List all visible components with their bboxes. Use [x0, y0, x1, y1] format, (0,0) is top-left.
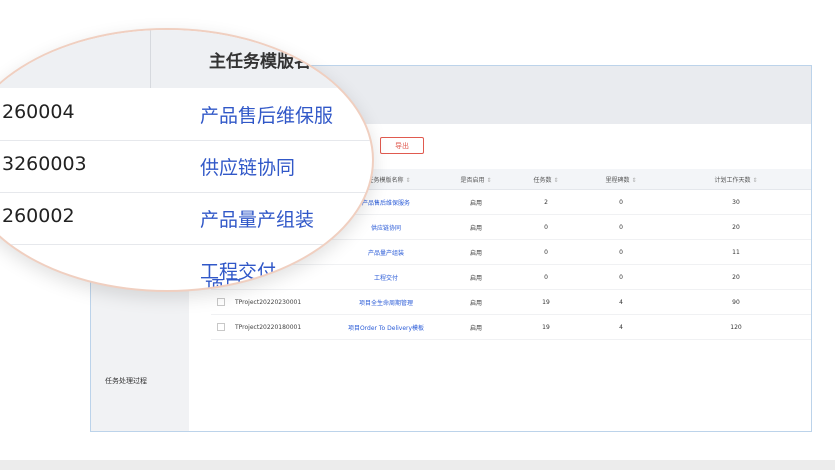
- export-button[interactable]: 导出: [380, 137, 424, 154]
- table-row[interactable]: TProject20220230001 项目全生命周期管理 启用 19 4 90: [211, 289, 811, 315]
- lens-row: 001 工程交付: [2, 257, 277, 283]
- lens-row: 3260003 供应链协同: [0, 140, 372, 193]
- lens-partial-text: 项目: [205, 277, 244, 292]
- sort-icon: ⇕: [752, 176, 758, 184]
- sort-icon: ⇕: [486, 176, 492, 184]
- column-header-enabled[interactable]: 是否启用 ⇕: [441, 169, 511, 190]
- column-header-tasks[interactable]: 任务数 ⇕: [511, 169, 581, 190]
- sort-icon: ⇕: [631, 176, 637, 184]
- row-checkbox[interactable]: [217, 323, 225, 331]
- column-header-days[interactable]: 计划工作天数 ⇕: [661, 169, 811, 190]
- magnifier-lens: 主任务模版名 260004 产品售后维保服 3260003 供应链协同 2600…: [0, 28, 374, 292]
- template-name-link[interactable]: 项目Order To Delivery模板: [331, 314, 441, 340]
- column-header-milestones[interactable]: 里程碑数 ⇕: [581, 169, 661, 190]
- sidebar-item-task-process[interactable]: 任务处理过程: [105, 376, 147, 386]
- row-checkbox[interactable]: [217, 298, 225, 306]
- sort-icon: ⇕: [405, 176, 411, 184]
- lens-row: 260002 产品量产组装: [0, 192, 372, 245]
- sort-icon: ⇕: [553, 176, 559, 184]
- lens-row: 260004 产品售后维保服: [0, 88, 372, 141]
- table-row[interactable]: TProject20220180001 项目Order To Delivery模…: [211, 314, 811, 340]
- lens-column-divider: [150, 30, 151, 88]
- lens-header: [0, 30, 372, 88]
- lens-header-title: 主任务模版名: [209, 52, 311, 72]
- background-strip: [0, 460, 835, 470]
- template-name-link[interactable]: 项目全生命周期管理: [331, 289, 441, 315]
